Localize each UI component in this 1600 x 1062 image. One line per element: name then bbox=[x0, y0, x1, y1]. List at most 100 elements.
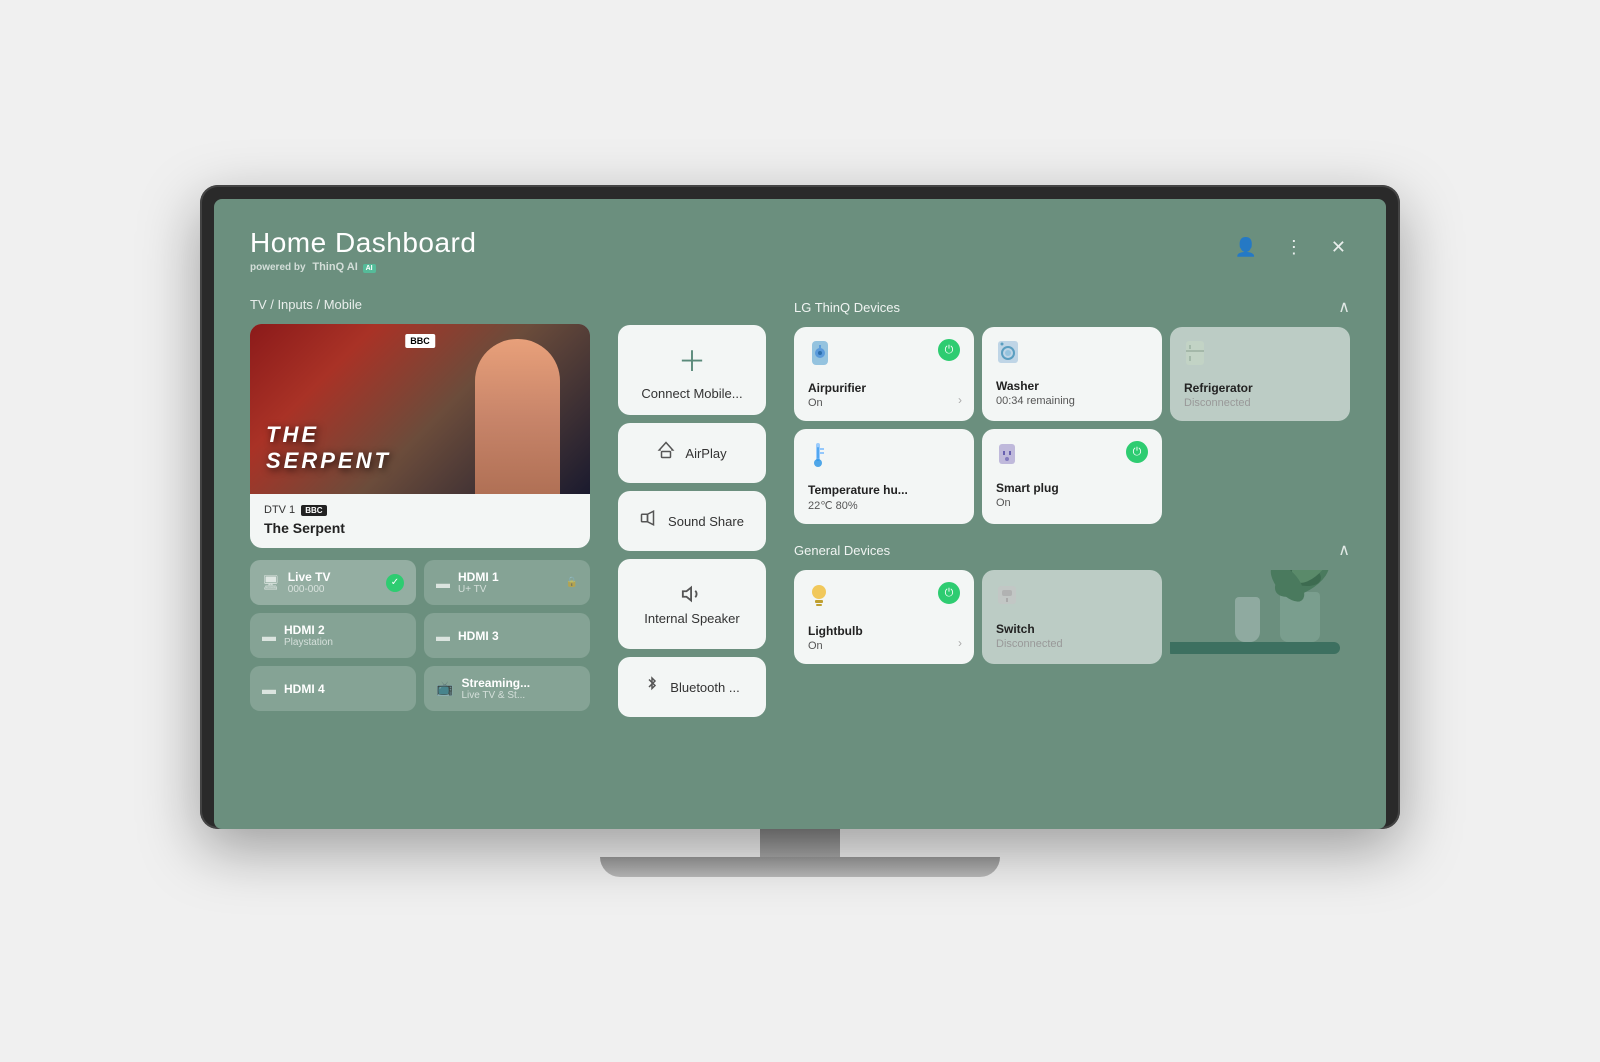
live-tv-icon: 🖥 bbox=[262, 574, 280, 591]
internal-speaker-card[interactable]: Internal Speaker bbox=[618, 559, 766, 649]
lightbulb-status: On bbox=[808, 640, 960, 652]
input-hdmi3[interactable]: ▬ HDMI 3 bbox=[424, 613, 590, 658]
switch-icon bbox=[996, 582, 1018, 614]
header: Home Dashboard powered by ThinQ AI AI 👤 … bbox=[250, 227, 1350, 273]
sound-share-label: Sound Share bbox=[668, 514, 744, 529]
more-menu-button[interactable]: ⋮ bbox=[1281, 233, 1307, 262]
device-card-switch[interactable]: Switch Disconnected bbox=[982, 570, 1162, 664]
device-card-refrigerator[interactable]: Refrigerator Disconnected bbox=[1170, 327, 1350, 421]
tv-preview-image: BBC THESERPENT bbox=[250, 324, 590, 494]
bluetooth-card[interactable]: Bluetooth ... bbox=[618, 657, 766, 717]
dashboard: Home Dashboard powered by ThinQ AI AI 👤 … bbox=[214, 199, 1386, 829]
tv-stand-base bbox=[600, 857, 1000, 877]
airpurifier-chevron-icon: › bbox=[958, 393, 962, 407]
connect-mobile-label: Connect Mobile... bbox=[641, 386, 742, 401]
sound-share-card[interactable]: Sound Share bbox=[618, 491, 766, 551]
device-card-lightbulb[interactable]: ⏻ Lightbulb On › bbox=[794, 570, 974, 664]
temperature-header bbox=[808, 441, 960, 475]
input-hdmi4[interactable]: ▬ HDMI 4 bbox=[250, 666, 416, 711]
general-section-header: General Devices ∧ bbox=[794, 540, 1350, 560]
input-live-tv[interactable]: 🖥 Live TV 000-000 ✓ bbox=[250, 560, 416, 605]
thinq-section-title: LG ThinQ Devices bbox=[794, 300, 900, 315]
smartplug-power-button[interactable]: ⏻ bbox=[1126, 441, 1148, 463]
hdmi1-label: HDMI 1 bbox=[458, 570, 499, 584]
input-grid: 🖥 Live TV 000-000 ✓ ▬ HDMI 1 bbox=[250, 560, 590, 711]
tv-stand bbox=[200, 829, 1400, 877]
input-hdmi1[interactable]: ▬ HDMI 1 U+ TV 🔒 bbox=[424, 560, 590, 605]
hdmi4-icon: ▬ bbox=[262, 681, 276, 697]
airplay-icon bbox=[657, 441, 675, 465]
decoration-area bbox=[1170, 570, 1350, 664]
channel-info: DTV 1 BBC bbox=[264, 504, 576, 516]
channel-badge: BBC bbox=[301, 505, 326, 516]
airplay-label: AirPlay bbox=[685, 446, 726, 461]
general-collapse-button[interactable]: ∧ bbox=[1338, 540, 1350, 560]
sound-share-icon bbox=[640, 509, 658, 533]
thinq-device-grid: ⏻ Airpurifier On › bbox=[794, 327, 1350, 524]
show-title-art: THESERPENT bbox=[266, 422, 391, 474]
tv-frame: Home Dashboard powered by ThinQ AI AI 👤 … bbox=[200, 185, 1400, 829]
live-tv-label: Live TV bbox=[288, 570, 331, 584]
device-card-washer[interactable]: Washer 00:34 remaining bbox=[982, 327, 1162, 421]
airpurifier-power-button[interactable]: ⏻ bbox=[938, 339, 960, 361]
device-card-airpurifier[interactable]: ⏻ Airpurifier On › bbox=[794, 327, 974, 421]
header-title-block: Home Dashboard powered by ThinQ AI AI bbox=[250, 227, 476, 273]
hdmi1-icon: ▬ bbox=[436, 575, 450, 591]
smartplug-header: ⏻ bbox=[996, 441, 1148, 473]
lightbulb-power-button[interactable]: ⏻ bbox=[938, 582, 960, 604]
close-button[interactable]: ✕ bbox=[1327, 233, 1350, 262]
airpurifier-status: On bbox=[808, 397, 960, 409]
input-streaming[interactable]: 📺 Streaming... Live TV & St... bbox=[424, 666, 590, 711]
temperature-status: 22℃ 80% bbox=[808, 499, 960, 512]
temperature-icon bbox=[808, 441, 828, 475]
channel-name: DTV 1 bbox=[264, 504, 295, 516]
hdmi2-icon: ▬ bbox=[262, 628, 276, 644]
airpurifier-name: Airpurifier bbox=[808, 381, 960, 395]
hdmi4-label: HDMI 4 bbox=[284, 682, 325, 696]
refrigerator-icon bbox=[1184, 339, 1206, 373]
profile-button[interactable]: 👤 bbox=[1230, 233, 1260, 262]
general-device-grid: ⏻ Lightbulb On › bbox=[794, 570, 1350, 664]
airpurifier-icon bbox=[808, 339, 832, 373]
tv-inputs-section-label: TV / Inputs / Mobile bbox=[250, 297, 590, 312]
streaming-label: Streaming... bbox=[461, 676, 530, 690]
washer-status: 00:34 remaining bbox=[996, 395, 1148, 407]
airpurifier-header: ⏻ bbox=[808, 339, 960, 373]
header-subtitle: powered by ThinQ AI AI bbox=[250, 261, 476, 273]
refrigerator-header bbox=[1184, 339, 1336, 373]
switch-name: Switch bbox=[996, 622, 1148, 636]
subtitle-brand: ThinQ AI bbox=[312, 261, 357, 273]
device-card-temperature[interactable]: Temperature hu... 22℃ 80% bbox=[794, 429, 974, 524]
bluetooth-icon bbox=[644, 675, 660, 699]
airplay-card[interactable]: AirPlay bbox=[618, 423, 766, 483]
live-tv-sublabel: 000-000 bbox=[288, 584, 331, 595]
thinq-section-header: LG ThinQ Devices ∧ bbox=[794, 297, 1350, 317]
washer-name: Washer bbox=[996, 379, 1148, 393]
switch-header bbox=[996, 582, 1148, 614]
thinq-devices-section: LG ThinQ Devices ∧ bbox=[794, 297, 1350, 524]
hdmi2-sublabel: Playstation bbox=[284, 637, 333, 648]
switch-status: Disconnected bbox=[996, 638, 1148, 650]
lightbulb-icon bbox=[808, 582, 830, 616]
smartplug-status: On bbox=[996, 497, 1148, 509]
page-title: Home Dashboard bbox=[250, 227, 476, 259]
lightbulb-name: Lightbulb bbox=[808, 624, 960, 638]
general-section-title: General Devices bbox=[794, 543, 890, 558]
internal-speaker-label: Internal Speaker bbox=[644, 611, 739, 626]
hdmi2-label: HDMI 2 bbox=[284, 623, 333, 637]
device-card-smartplug[interactable]: ⏻ Smart plug On bbox=[982, 429, 1162, 524]
connect-mobile-icon: ＋ bbox=[678, 340, 706, 380]
hdmi1-sublabel: U+ TV bbox=[458, 584, 499, 595]
left-panel: TV / Inputs / Mobile BBC bbox=[250, 297, 590, 717]
lightbulb-chevron-icon: › bbox=[958, 636, 962, 650]
main-content: TV / Inputs / Mobile BBC bbox=[250, 297, 1350, 717]
tv-preview-card[interactable]: BBC THESERPENT DTV 1 BBC bbox=[250, 324, 590, 548]
hdmi3-icon: ▬ bbox=[436, 628, 450, 644]
streaming-sublabel: Live TV & St... bbox=[461, 690, 530, 701]
active-check-badge: ✓ bbox=[386, 574, 404, 592]
thinq-collapse-button[interactable]: ∧ bbox=[1338, 297, 1350, 317]
input-hdmi2[interactable]: ▬ HDMI 2 Playstation bbox=[250, 613, 416, 658]
connect-mobile-card[interactable]: ＋ Connect Mobile... bbox=[618, 325, 766, 415]
lightbulb-header: ⏻ bbox=[808, 582, 960, 616]
tv-outer: Home Dashboard powered by ThinQ AI AI 👤 … bbox=[200, 185, 1400, 877]
